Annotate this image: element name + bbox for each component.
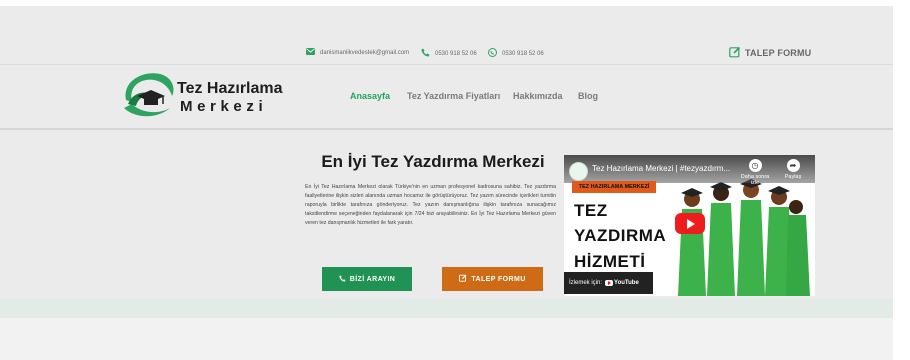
watch-later-label: Daha sonra izle: [740, 174, 770, 186]
logo-line1: Tez Hazırlama: [177, 80, 283, 97]
video-badge: TEZ HAZIRLAMA MERKEZİ: [572, 181, 656, 193]
contact-email[interactable]: danismanlikvedestek@gmail.com: [306, 48, 409, 57]
hero-paragraph: En İyi Tez Hazırlama Merkezi olarak Türk…: [305, 184, 556, 226]
contact-phone[interactable]: 0530 918 52 06: [421, 48, 477, 59]
nav-item-about[interactable]: Hakkımızda: [513, 91, 563, 101]
youtube-logo: YouTube: [605, 280, 639, 286]
bottom-band: [0, 298, 893, 318]
phone-icon: [339, 274, 346, 284]
youtube-label: YouTube: [614, 280, 639, 286]
nav-item-blog[interactable]: Blog: [578, 91, 598, 101]
nav-item-home[interactable]: Anasayfa: [350, 91, 390, 101]
right-margin: [893, 0, 910, 360]
video-caption-line1: TEZ: [574, 201, 608, 220]
watch-on-label: İzlemek için:: [569, 280, 603, 286]
share-label: Paylaş: [784, 174, 802, 180]
request-form-button-label: TALEP FORMU: [471, 275, 526, 283]
video-title[interactable]: Tez Hazırlama Merkezi | #tezyazdırm...: [592, 164, 742, 173]
logo-emblem-icon: [124, 73, 174, 117]
share-icon: ➦: [786, 159, 800, 172]
email-text: danismanlikvedestek@gmail.com: [320, 49, 410, 56]
request-form-button[interactable]: TALEP FORMU: [442, 267, 543, 291]
play-icon[interactable]: [675, 213, 705, 234]
request-form-label: TALEP FORMU: [745, 48, 812, 58]
clock-icon: ◷: [748, 159, 762, 172]
call-us-button[interactable]: BİZİ ARAYIN: [322, 267, 412, 291]
contact-whatsapp[interactable]: 0530 918 52 06: [488, 48, 544, 59]
youtube-video-embed[interactable]: Tez Hazırlama Merkezi | #tezyazdırm... ◷…: [564, 155, 815, 296]
phone-text: 0530 918 52 06: [435, 50, 477, 57]
envelope-icon: [306, 48, 315, 57]
header-divider: [0, 64, 893, 65]
call-us-label: BİZİ ARAYIN: [349, 275, 396, 283]
request-form-link[interactable]: TALEP FORMU: [729, 46, 811, 60]
nav-item-prices[interactable]: Tez Yazdırma Fiyatları: [407, 91, 500, 101]
whatsapp-text: 0530 918 52 06: [502, 50, 544, 57]
channel-avatar[interactable]: [569, 162, 588, 181]
site-logo[interactable]: Tez Hazırlama Merkezi: [120, 70, 283, 122]
edit-icon: [459, 274, 467, 284]
video-caption-line2: YAZDIRMA: [574, 226, 667, 245]
logo-line2: Merkezi: [180, 98, 268, 115]
nav-divider: [0, 128, 893, 130]
phone-icon: [421, 48, 430, 59]
watch-later-button[interactable]: ◷ Daha sonra izle: [740, 159, 770, 186]
hero-title: En İyi Tez Yazdırma Merkezi: [321, 152, 545, 171]
video-caption-line3: HİZMETİ: [574, 252, 646, 271]
youtube-icon: [605, 280, 614, 286]
edit-icon: [729, 46, 741, 60]
whatsapp-icon: [488, 48, 497, 59]
watch-on-youtube[interactable]: İzlemek için: YouTube: [564, 272, 653, 294]
share-button[interactable]: ➦ Paylaş: [778, 159, 808, 180]
